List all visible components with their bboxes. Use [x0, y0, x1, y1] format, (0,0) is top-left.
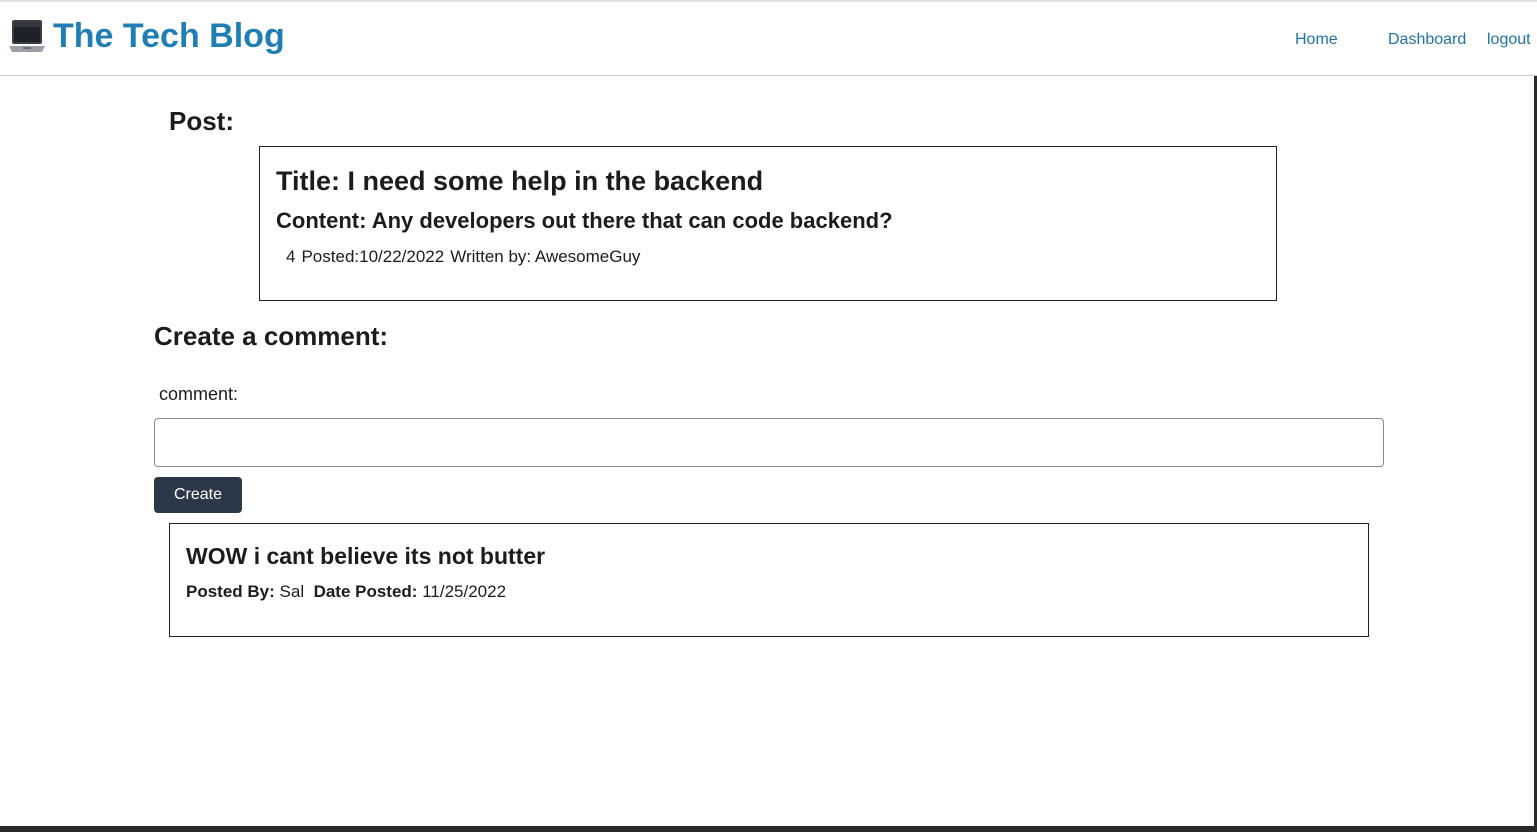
- post-content: Content: Any developers out there that c…: [276, 208, 893, 233]
- comment-author-label: Posted By:: [186, 582, 275, 601]
- comment-card: WOW i cant believe its not butter Posted…: [169, 523, 1369, 637]
- nav-logout-link[interactable]: logout: [1487, 31, 1531, 49]
- comment-text: WOW i cant believe its not butter: [186, 543, 546, 569]
- post-meta: 4 Posted:10/22/2022 Written by: AwesomeGuy: [286, 246, 646, 268]
- post-title: Title: I need some help in the backend: [276, 166, 764, 196]
- comment-author: Sal: [279, 582, 305, 601]
- post-section-heading: Post:: [169, 106, 234, 136]
- background-window-strip: [0, 826, 1537, 832]
- create-comment-button[interactable]: Create: [154, 477, 242, 513]
- brand[interactable]: The Tech Blog: [9, 16, 285, 56]
- post-date: Posted:10/22/2022: [301, 247, 445, 266]
- comment-input[interactable]: [154, 418, 1384, 467]
- post-author: Written by: AwesomeGuy: [450, 247, 641, 266]
- post-card: Title: I need some help in the backend C…: [259, 146, 1277, 301]
- comment-date: 11/25/2022: [422, 582, 507, 601]
- post-id: 4: [286, 247, 296, 266]
- comment-date-label: Date Posted:: [313, 582, 418, 601]
- laptop-icon: [9, 20, 45, 52]
- comment-field-label: comment:: [159, 384, 239, 404]
- site-title-link[interactable]: The Tech Blog: [53, 16, 285, 56]
- comment-meta: Posted By: Sal Date Posted: 11/25/2022: [186, 581, 506, 603]
- create-comment-heading: Create a comment:: [154, 321, 389, 351]
- nav-home-link[interactable]: Home: [1295, 31, 1338, 49]
- site-header: The Tech Blog Home Dashboard logout: [0, 2, 1537, 76]
- page: The Tech Blog Home Dashboard logout Post…: [0, 0, 1537, 832]
- nav-dashboard-link[interactable]: Dashboard: [1388, 31, 1466, 49]
